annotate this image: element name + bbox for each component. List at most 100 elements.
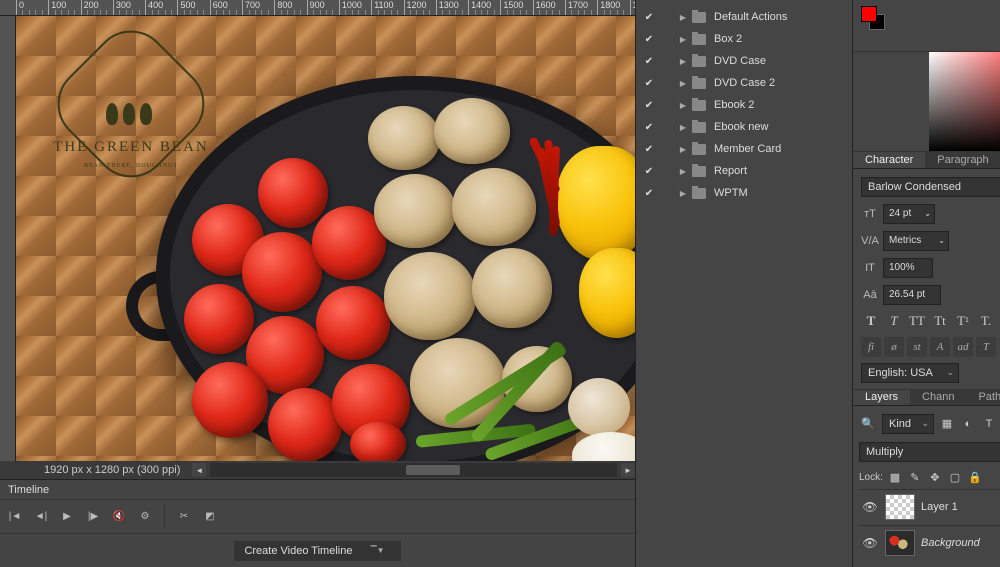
create-video-timeline-button[interactable]: Create Video Timeline▔▼ bbox=[234, 541, 400, 561]
expand-caret-icon[interactable]: ▶ bbox=[678, 35, 688, 44]
next-frame-button[interactable]: |▶ bbox=[82, 507, 104, 527]
visibility-eye-icon[interactable]: 👁 bbox=[861, 500, 879, 514]
action-set-row[interactable]: ✔ ▶ WPTM bbox=[636, 182, 852, 204]
layer-row[interactable]: 👁 Layer 1 bbox=[859, 489, 1000, 525]
split-clip-button[interactable]: ✂ bbox=[173, 507, 195, 527]
action-set-row[interactable]: ✔ ▶ Ebook 2 bbox=[636, 94, 852, 116]
tab-paragraph[interactable]: Paragraph bbox=[925, 152, 1000, 167]
language-dropdown[interactable]: English: USA bbox=[861, 363, 959, 383]
fg-bg-swatch[interactable] bbox=[861, 6, 887, 32]
horizontal-scrollbar[interactable] bbox=[210, 463, 617, 477]
actions-list: ✔ ▶ Default Actions✔ ▶ Box 2✔ ▶ DVD Case… bbox=[636, 0, 852, 210]
timeline-settings-button[interactable]: ⚙ bbox=[134, 507, 156, 527]
play-button[interactable]: ▶ bbox=[56, 507, 78, 527]
action-set-row[interactable]: ✔ ▶ Member Card bbox=[636, 138, 852, 160]
layer-name-label[interactable]: Layer 1 bbox=[921, 501, 958, 513]
ruler-vertical[interactable] bbox=[0, 16, 16, 461]
prev-frame-button[interactable]: ◄| bbox=[30, 507, 52, 527]
scroll-right-arrow[interactable]: ► bbox=[621, 463, 635, 477]
transition-button[interactable]: ◩ bbox=[199, 507, 221, 527]
action-toggle-check[interactable]: ✔ bbox=[642, 122, 656, 133]
expand-caret-icon[interactable]: ▶ bbox=[678, 101, 688, 110]
logo-subtitle: BEAN THERE, DOUGHNUT bbox=[46, 163, 216, 169]
kerning-dropdown[interactable]: Metrics bbox=[883, 231, 949, 251]
baseline-shift-input[interactable]: 26.54 pt bbox=[883, 285, 941, 305]
font-size-icon: тT bbox=[861, 208, 879, 220]
action-set-row[interactable]: ✔ ▶ Box 2 bbox=[636, 28, 852, 50]
ruler-horizontal[interactable]: 0100200300400500600700800900100011001200… bbox=[0, 0, 635, 16]
action-set-row[interactable]: ✔ ▶ DVD Case 2 bbox=[636, 72, 852, 94]
filter-search-icon: 🔍 bbox=[859, 417, 877, 430]
vertical-scale-input[interactable]: 100% bbox=[883, 258, 933, 278]
expand-caret-icon[interactable]: ▶ bbox=[678, 13, 688, 22]
opentype-feature-button[interactable]: T bbox=[976, 337, 996, 357]
timeline-tab[interactable]: Timeline bbox=[8, 484, 49, 496]
scroll-left-arrow[interactable]: ◄ bbox=[192, 463, 206, 477]
action-toggle-check[interactable]: ✔ bbox=[642, 166, 656, 177]
type-style-button[interactable]: T bbox=[884, 311, 904, 331]
blend-mode-dropdown[interactable]: Multiply bbox=[859, 442, 1000, 462]
layer-thumbnail[interactable] bbox=[885, 494, 915, 520]
tab-channels[interactable]: Chann bbox=[910, 390, 966, 405]
expand-caret-icon[interactable]: ▶ bbox=[678, 123, 688, 132]
action-toggle-check[interactable]: ✔ bbox=[642, 34, 656, 45]
lock-artboard-button[interactable]: ▢ bbox=[947, 470, 963, 486]
opentype-feature-button[interactable]: fi bbox=[861, 337, 881, 357]
expand-caret-icon[interactable]: ▶ bbox=[678, 167, 688, 176]
foreground-color-swatch[interactable] bbox=[861, 6, 877, 22]
filter-type-icon[interactable]: T bbox=[981, 416, 997, 432]
folder-icon bbox=[692, 188, 706, 199]
action-set-label: Ebook 2 bbox=[710, 99, 754, 111]
folder-icon bbox=[692, 12, 706, 23]
action-set-label: DVD Case 2 bbox=[710, 77, 775, 89]
tab-layers[interactable]: Layers bbox=[853, 390, 910, 405]
expand-caret-icon[interactable]: ▶ bbox=[678, 57, 688, 66]
layer-name-label[interactable]: Background bbox=[921, 537, 980, 549]
font-family-dropdown[interactable]: Barlow Condensed bbox=[861, 177, 1000, 197]
action-toggle-check[interactable]: ✔ bbox=[642, 144, 656, 155]
layer-thumbnail[interactable] bbox=[885, 530, 915, 556]
opentype-feature-button[interactable]: st bbox=[907, 337, 927, 357]
tab-paths[interactable]: Paths bbox=[966, 390, 1000, 405]
layer-row[interactable]: 👁 Background bbox=[859, 525, 1000, 561]
action-set-row[interactable]: ✔ ▶ Ebook new bbox=[636, 116, 852, 138]
action-toggle-check[interactable]: ✔ bbox=[642, 78, 656, 89]
action-toggle-check[interactable]: ✔ bbox=[642, 100, 656, 111]
action-set-row[interactable]: ✔ ▶ Default Actions bbox=[636, 6, 852, 28]
font-size-input[interactable]: 24 pt bbox=[883, 204, 935, 224]
expand-caret-icon[interactable]: ▶ bbox=[678, 145, 688, 154]
lock-transparency-button[interactable]: ▩ bbox=[887, 470, 903, 486]
layer-filter-dropdown[interactable]: Kind bbox=[882, 414, 934, 434]
action-toggle-check[interactable]: ✔ bbox=[642, 56, 656, 67]
folder-icon bbox=[692, 56, 706, 67]
opentype-feature-button[interactable]: A bbox=[930, 337, 950, 357]
type-style-button[interactable]: T bbox=[861, 311, 881, 331]
expand-caret-icon[interactable]: ▶ bbox=[678, 79, 688, 88]
opentype-feature-button[interactable]: ø bbox=[884, 337, 904, 357]
opentype-feature-button[interactable]: ad bbox=[953, 337, 973, 357]
action-set-label: Report bbox=[710, 165, 747, 177]
folder-icon bbox=[692, 100, 706, 111]
type-style-button[interactable]: TT bbox=[907, 311, 927, 331]
lock-image-button[interactable]: ✎ bbox=[907, 470, 923, 486]
lock-all-button[interactable]: 🔒 bbox=[967, 470, 983, 486]
action-set-row[interactable]: ✔ ▶ Report bbox=[636, 160, 852, 182]
type-style-button[interactable]: Tt bbox=[930, 311, 950, 331]
type-style-button[interactable]: T1 bbox=[953, 311, 973, 331]
visibility-eye-icon[interactable]: 👁 bbox=[861, 536, 879, 550]
kerning-icon: V/A bbox=[861, 235, 879, 247]
action-set-row[interactable]: ✔ ▶ DVD Case bbox=[636, 50, 852, 72]
canvas[interactable]: THE GREEN BEAN BEAN THERE, DOUGHNUT bbox=[16, 16, 635, 461]
audio-mute-button[interactable]: 🔇 bbox=[108, 507, 130, 527]
tab-character[interactable]: Character bbox=[853, 152, 925, 167]
lock-position-button[interactable]: ✥ bbox=[927, 470, 943, 486]
type-style-button[interactable]: T. bbox=[976, 311, 996, 331]
action-set-label: Ebook new bbox=[710, 121, 768, 133]
filter-pixel-icon[interactable]: ▦ bbox=[939, 416, 955, 432]
go-to-first-frame-button[interactable]: |◄ bbox=[4, 507, 26, 527]
action-toggle-check[interactable]: ✔ bbox=[642, 12, 656, 23]
filter-adjust-icon[interactable]: ◐ bbox=[960, 416, 976, 432]
action-toggle-check[interactable]: ✔ bbox=[642, 188, 656, 199]
color-picker[interactable] bbox=[929, 52, 1000, 151]
expand-caret-icon[interactable]: ▶ bbox=[678, 189, 688, 198]
